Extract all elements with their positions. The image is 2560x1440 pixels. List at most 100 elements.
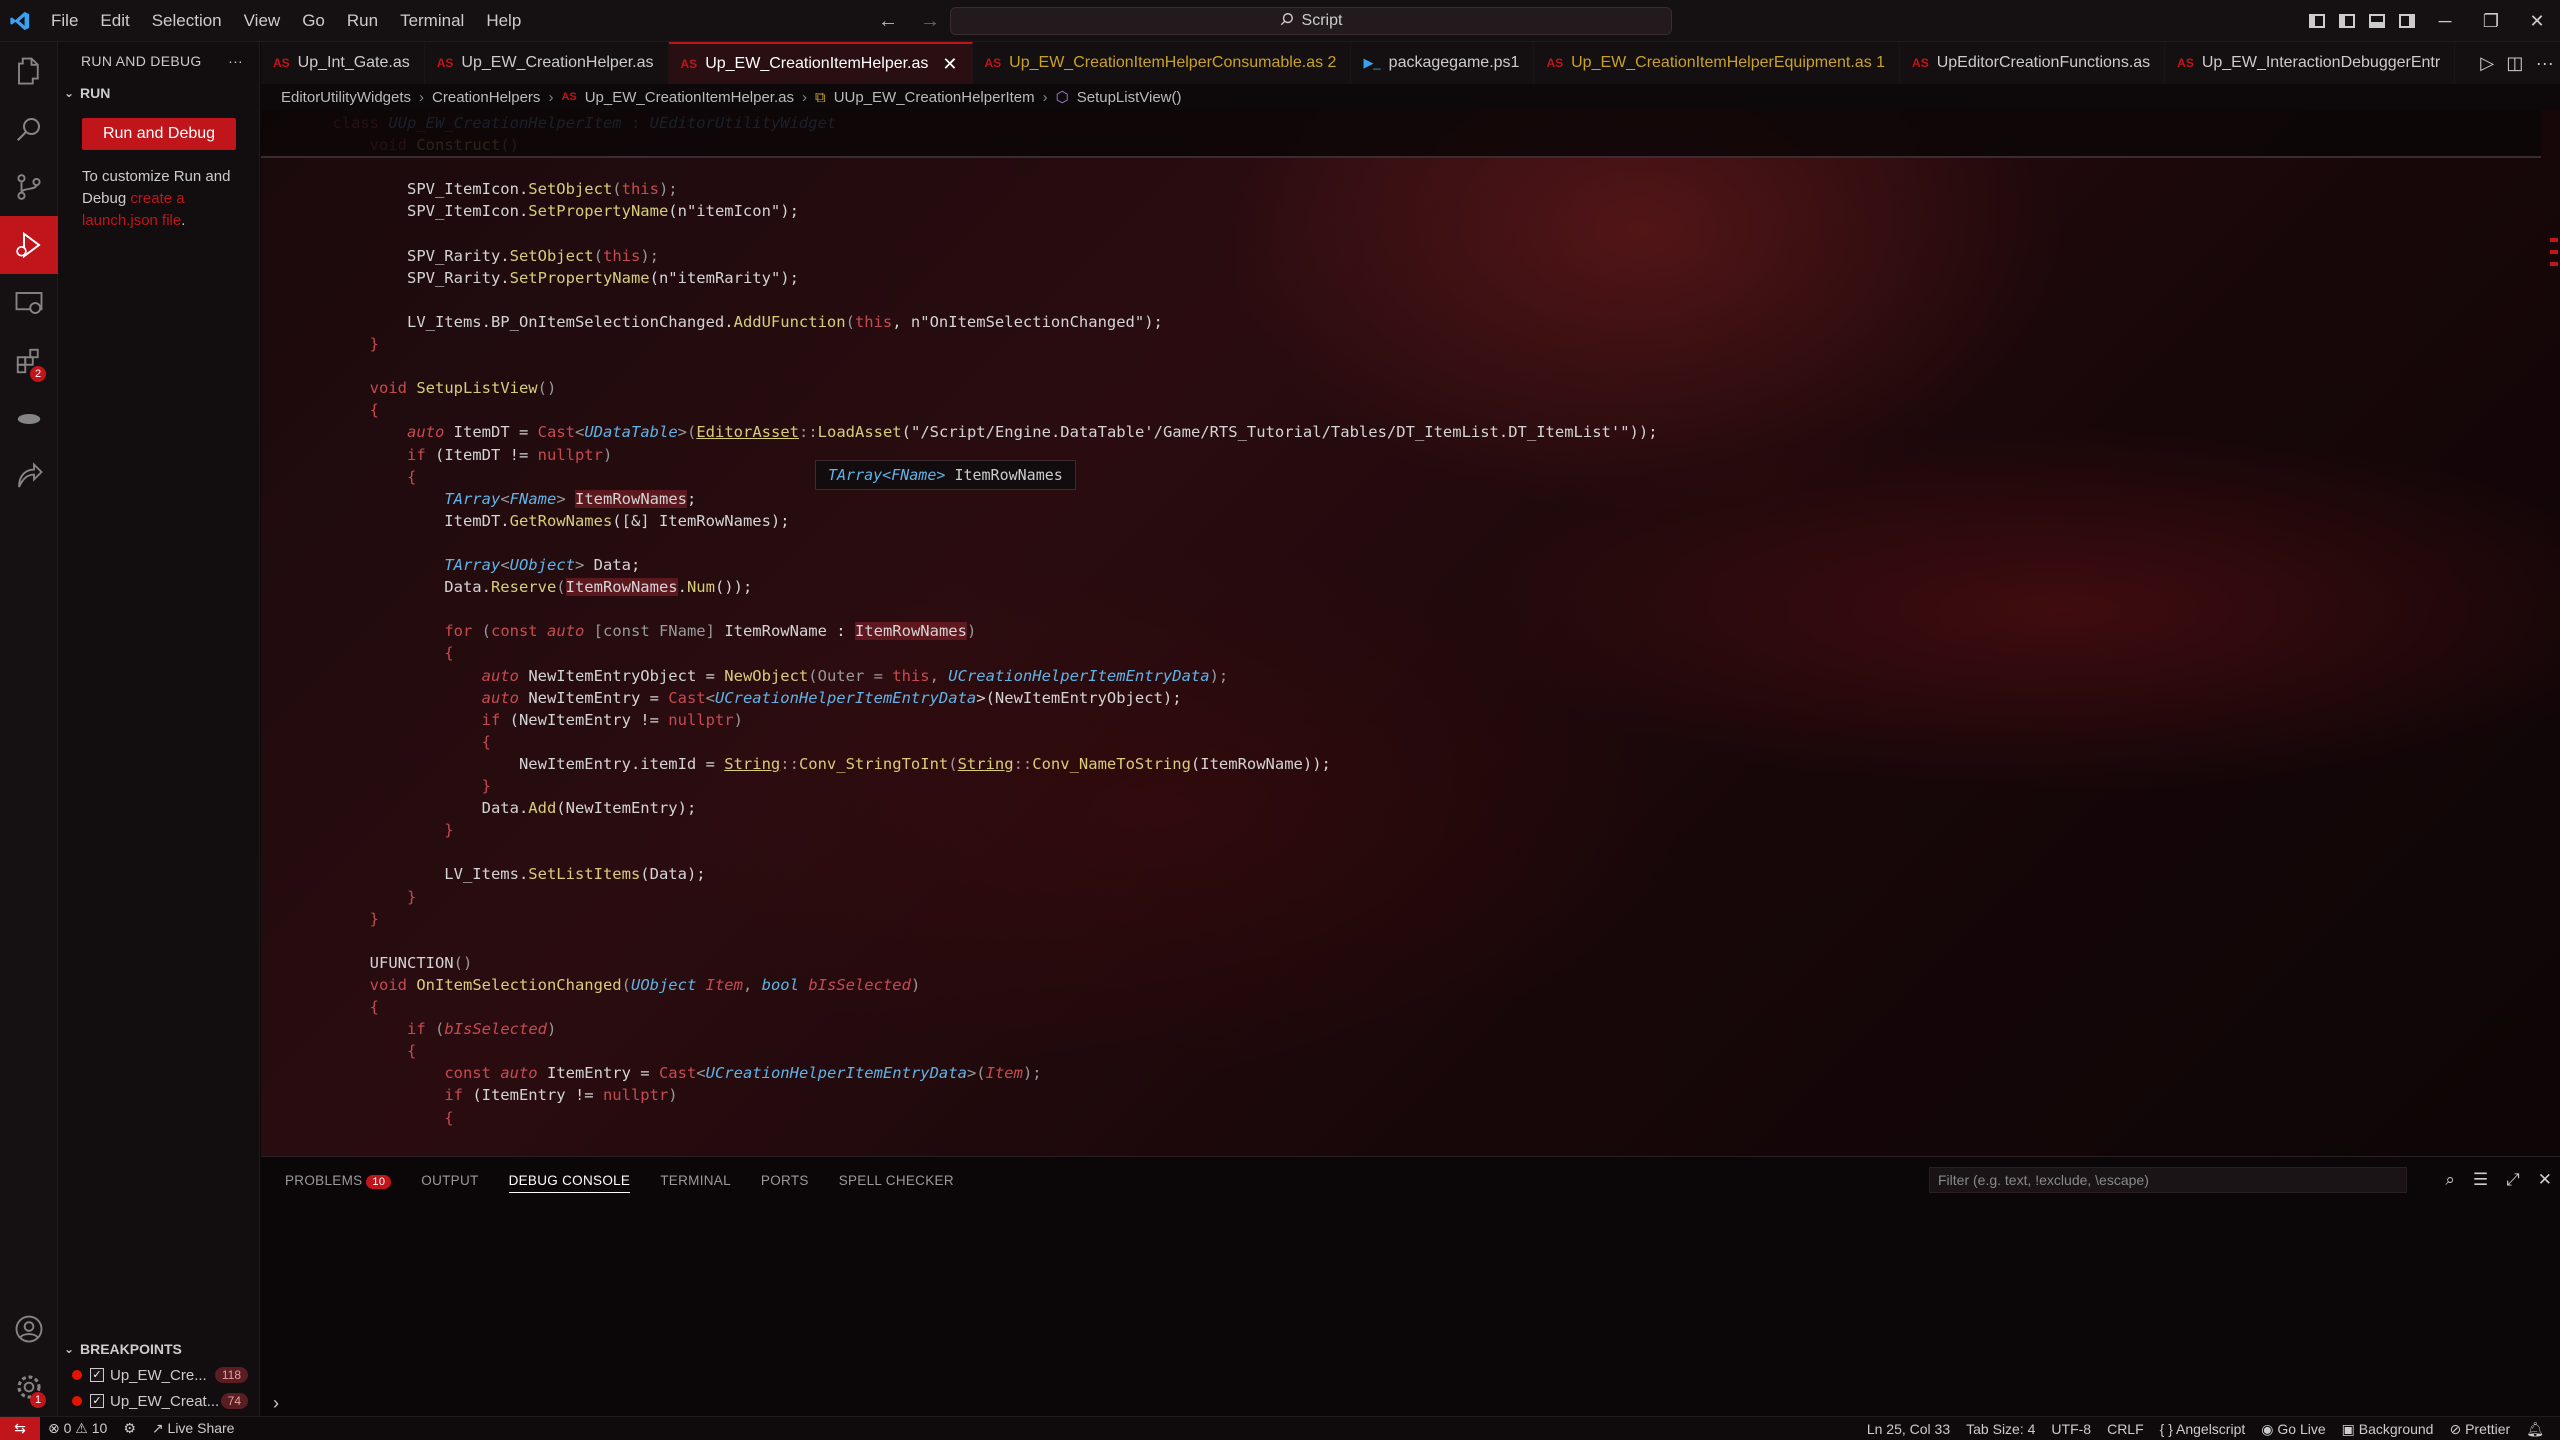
- code-line[interactable]: UFUNCTION(): [295, 952, 473, 974]
- code-line[interactable]: if (ItemDT != nullptr): [295, 444, 612, 466]
- code-line[interactable]: }: [295, 775, 491, 797]
- console-prompt-chevron-icon[interactable]: ›: [273, 1393, 279, 1414]
- breadcrumb-item[interactable]: CreationHelpers: [432, 89, 540, 106]
- accounts-icon[interactable]: [0, 1300, 58, 1358]
- notifications-bell-icon[interactable]: 🔔︎: [2518, 1421, 2552, 1438]
- extensions-icon[interactable]: 2: [0, 332, 58, 390]
- toggle-secondary-sidebar-icon[interactable]: [2392, 0, 2422, 42]
- menu-terminal[interactable]: Terminal: [389, 0, 475, 42]
- clear-console-icon[interactable]: ☰: [2473, 1170, 2488, 1190]
- code-line[interactable]: ItemDT.GetRowNames([&] ItemRowNames);: [295, 510, 789, 532]
- menu-edit[interactable]: Edit: [89, 0, 140, 42]
- tab-problems[interactable]: PROBLEMS 10: [285, 1173, 392, 1189]
- code-line[interactable]: SPV_Rarity.SetPropertyName(n"itemRarity"…: [295, 267, 799, 289]
- go-live-status[interactable]: ◉ Go Live: [2253, 1421, 2333, 1438]
- minimize-icon[interactable]: ─: [2422, 0, 2468, 42]
- forward-arrow-icon[interactable]: →: [920, 10, 940, 33]
- problems-status[interactable]: ⊗ 0 ⚠ 10: [40, 1420, 115, 1437]
- manage-gear-icon[interactable]: 1: [0, 1358, 58, 1416]
- restore-icon[interactable]: ❐: [2468, 0, 2514, 42]
- run-and-debug-button[interactable]: Run and Debug: [82, 118, 236, 150]
- code-line[interactable]: Data.Reserve(ItemRowNames.Num());: [295, 576, 752, 598]
- code-line[interactable]: {: [295, 1040, 416, 1062]
- code-line[interactable]: auto NewItemEntryObject = NewObject(Oute…: [295, 665, 1229, 687]
- tab-creation-item-helper-consumable[interactable]: AS Up_EW_CreationItemHelperConsumable.as …: [973, 42, 1352, 84]
- breadcrumb-item[interactable]: Up_EW_CreationItemHelper.as: [585, 89, 794, 106]
- run-section-header[interactable]: ⌄ RUN: [58, 80, 259, 106]
- line-ending[interactable]: CRLF: [2099, 1421, 2152, 1437]
- back-arrow-icon[interactable]: ←: [878, 10, 898, 33]
- menu-go[interactable]: Go: [291, 0, 336, 42]
- breakpoint-item[interactable]: ✓ Up_EW_Creat... 74: [58, 1388, 260, 1414]
- code-line[interactable]: {: [295, 399, 379, 421]
- breadcrumb-item[interactable]: UUp_EW_CreationHelperItem: [834, 89, 1035, 106]
- code-line[interactable]: {: [295, 642, 453, 664]
- code-line[interactable]: }: [295, 819, 453, 841]
- tab-debug-console[interactable]: DEBUG CONSOLE: [508, 1173, 631, 1193]
- close-panel-icon[interactable]: ✕: [2538, 1170, 2552, 1190]
- search-activity-icon[interactable]: [0, 100, 58, 158]
- more-editor-actions-icon[interactable]: ···: [2536, 53, 2554, 74]
- code-line[interactable]: {: [295, 731, 491, 753]
- code-line[interactable]: {: [295, 466, 416, 488]
- split-editor-icon[interactable]: ◫: [2506, 53, 2523, 74]
- tab-creation-helper[interactable]: AS Up_EW_CreationHelper.as: [425, 42, 669, 84]
- menu-view[interactable]: View: [233, 0, 292, 42]
- code-line[interactable]: if (NewItemEntry != nullptr): [295, 709, 743, 731]
- code-line[interactable]: }: [295, 908, 379, 930]
- live-share-status[interactable]: ↗ Live Share: [144, 1420, 243, 1437]
- run-file-icon[interactable]: ▷: [2480, 53, 2494, 74]
- tab-creation-item-helper-equipment[interactable]: AS Up_EW_CreationItemHelperEquipment.as 1: [1534, 42, 1901, 84]
- breakpoint-checkbox[interactable]: ✓: [90, 1394, 104, 1408]
- breadcrumb-item[interactable]: EditorUtilityWidgets: [281, 89, 411, 106]
- code-line[interactable]: }: [295, 333, 379, 355]
- code-line[interactable]: SPV_Rarity.SetObject(this);: [295, 245, 659, 267]
- more-actions-icon[interactable]: ···: [228, 53, 243, 69]
- code-line[interactable]: auto NewItemEntry = Cast<UCreationHelper…: [295, 687, 1182, 709]
- tab-spell-checker[interactable]: SPELL CHECKER: [839, 1173, 954, 1188]
- overview-ruler[interactable]: [2548, 110, 2560, 1156]
- breakpoint-checkbox[interactable]: ✓: [90, 1368, 104, 1382]
- code-editor[interactable]: class UUp_EW_CreationHelperItem : UEdito…: [261, 110, 2560, 1156]
- close-tab-icon[interactable]: ✕: [942, 54, 957, 75]
- code-line[interactable]: LV_Items.SetListItems(Data);: [295, 863, 705, 885]
- code-line[interactable]: TArray<UObject> Data;: [295, 554, 640, 576]
- breakpoints-header[interactable]: ⌄ BREAKPOINTS: [58, 1336, 260, 1362]
- menu-file[interactable]: File: [40, 0, 89, 42]
- explorer-icon[interactable]: [0, 42, 58, 100]
- debug-status-icon[interactable]: ⚙: [115, 1420, 144, 1437]
- code-line[interactable]: TArray<FName> ItemRowNames;: [295, 488, 696, 510]
- code-line[interactable]: if (bIsSelected): [295, 1018, 556, 1040]
- language-mode[interactable]: { } Angelscript: [2152, 1421, 2254, 1437]
- cursor-position[interactable]: Ln 25, Col 33: [1859, 1421, 1958, 1437]
- tab-ports[interactable]: PORTS: [761, 1173, 809, 1188]
- code-line[interactable]: for (const auto [const FName] ItemRowNam…: [295, 620, 976, 642]
- customize-layout-icon[interactable]: [2302, 0, 2332, 42]
- filter-search-icon[interactable]: ⌕: [2445, 1170, 2455, 1190]
- code-line[interactable]: void OnItemSelectionChanged(UObject Item…: [295, 974, 921, 996]
- code-line[interactable]: SPV_ItemIcon.SetPropertyName(n"itemIcon"…: [295, 200, 799, 222]
- maximize-panel-icon[interactable]: ⤢: [2506, 1170, 2520, 1190]
- remote-indicator-icon[interactable]: ⇆: [0, 1416, 40, 1440]
- code-line[interactable]: }: [295, 886, 416, 908]
- close-window-icon[interactable]: ✕: [2514, 0, 2560, 42]
- code-line[interactable]: {: [295, 996, 379, 1018]
- debug-console-filter-input[interactable]: Filter (e.g. text, !exclude, \escape): [1929, 1167, 2407, 1193]
- toggle-panel-icon[interactable]: [2362, 0, 2392, 42]
- code-line[interactable]: void SetupListView(): [295, 377, 557, 399]
- code-line[interactable]: SPV_ItemIcon.SetObject(this);: [295, 178, 678, 200]
- unreal-angelscript-icon[interactable]: [0, 390, 58, 448]
- tab-up-int-gate[interactable]: AS Up_Int_Gate.as: [261, 42, 425, 84]
- prettier-status[interactable]: ⊘ Prettier: [2441, 1421, 2518, 1438]
- menu-selection[interactable]: Selection: [141, 0, 233, 42]
- run-and-debug-icon[interactable]: [0, 216, 58, 274]
- tab-editor-creation-functions[interactable]: AS UpEditorCreationFunctions.as: [1900, 42, 2166, 84]
- code-line[interactable]: {: [295, 1107, 453, 1129]
- background-status[interactable]: ▣ Background: [2334, 1421, 2442, 1438]
- encoding[interactable]: UTF-8: [2043, 1421, 2099, 1437]
- tab-packagegame[interactable]: ▶_ packagegame.ps1: [1351, 42, 1535, 84]
- breakpoint-item[interactable]: ✓ Up_EW_Cre... 118: [58, 1362, 260, 1388]
- source-control-icon[interactable]: [0, 158, 58, 216]
- tab-output[interactable]: OUTPUT: [421, 1173, 478, 1188]
- menu-help[interactable]: Help: [475, 0, 532, 42]
